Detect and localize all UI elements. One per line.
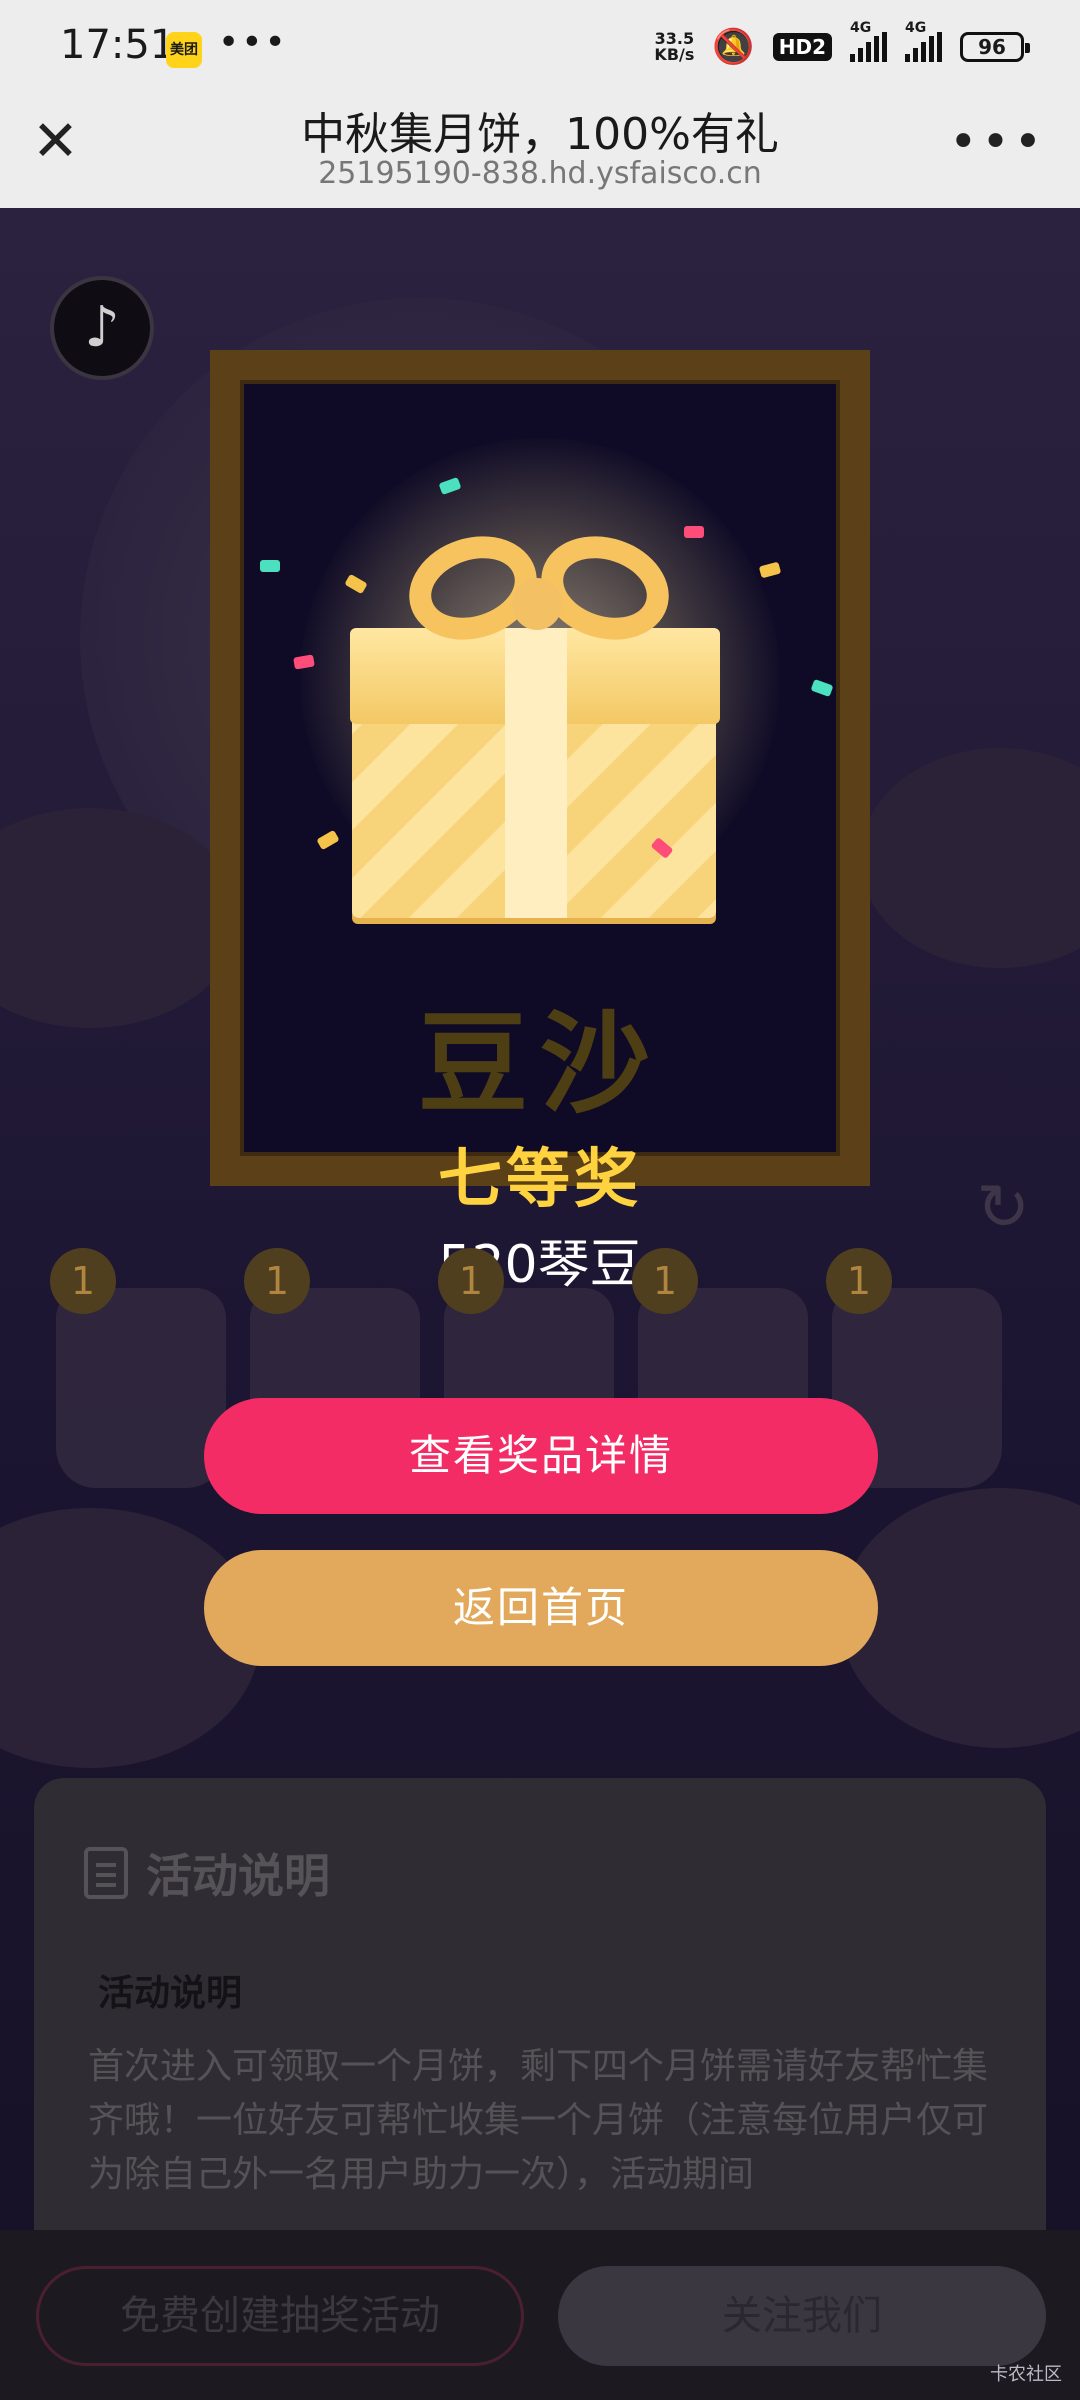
jar-count-badge: 1 [826,1248,892,1314]
network-speed: 33.5 KB/s [654,29,695,64]
clock: 17:51 [60,22,176,68]
page-url: 25195190-838.hd.ysfaisco.cn [318,156,762,191]
activity-page: ♪ 豆沙 七等奖 520琴豆 ↻ 1 1 1 1 1 查看奖品详情 返回首页 活… [0,208,1080,2400]
mute-bell-icon: 🔕 [712,27,755,67]
meituan-app-icon: 美团 [166,32,202,68]
page-title: 中秋集月饼，100%有礼 [301,109,779,160]
status-bar: 17:51 美团 ••• 33.5 KB/s 🔕 HD2 4G 4G 96 [0,0,1080,96]
signal-icon: 4G [850,20,887,62]
info-heading: 活动说明 [84,1840,330,1906]
refresh-icon: ↻ [976,1171,1030,1245]
gift-bow-knot [512,578,562,630]
info-body: 首次进入可领取一个月饼，剩下四个月饼需请好友帮忙集齐哦！一位好友可帮忙收集一个月… [88,2046,989,2195]
more-icon[interactable]: ••• [949,114,1046,170]
gift-ribbon [505,628,567,918]
watermark: 卡农社区 [990,2364,1062,2385]
jar-count-badge: 1 [244,1248,310,1314]
browser-title-bar: ✕ 中秋集月饼，100%有礼 25195190-838.hd.ysfaisco.… [0,96,1080,208]
follow-us-button[interactable]: 关注我们 [558,2266,1046,2366]
hd-voice-icon: HD2 [772,33,832,61]
signal-icon-2: 4G [905,20,942,62]
status-icons: 33.5 KB/s 🔕 HD2 4G 4G 96 [654,20,1030,72]
notification-more-icon: ••• [218,22,288,63]
document-icon [84,1847,128,1899]
mooncake-name: 豆沙 [418,1000,662,1128]
confetti [260,560,280,572]
battery-icon: 96 [960,32,1030,62]
music-toggle-icon[interactable]: ♪ [50,276,154,380]
info-subheading: 活动说明 [98,1973,243,2014]
confetti [684,526,704,538]
jar-count-badge: 1 [632,1248,698,1314]
info-heading-text: 活动说明 [146,1849,330,1903]
jar-count-badge: 1 [438,1248,504,1314]
jar-count-badge: 1 [50,1248,116,1314]
back-home-button[interactable]: 返回首页 [204,1550,878,1666]
view-prize-button[interactable]: 查看奖品详情 [204,1398,878,1514]
bottom-action-bar: 免费创建抽奖活动 关注我们 卡农社区 [0,2230,1080,2400]
cloud-decoration [860,748,1080,968]
mooncake-jar [56,1288,226,1488]
create-lottery-button[interactable]: 免费创建抽奖活动 [36,2266,524,2366]
prize-level: 七等奖 [438,1143,642,1217]
